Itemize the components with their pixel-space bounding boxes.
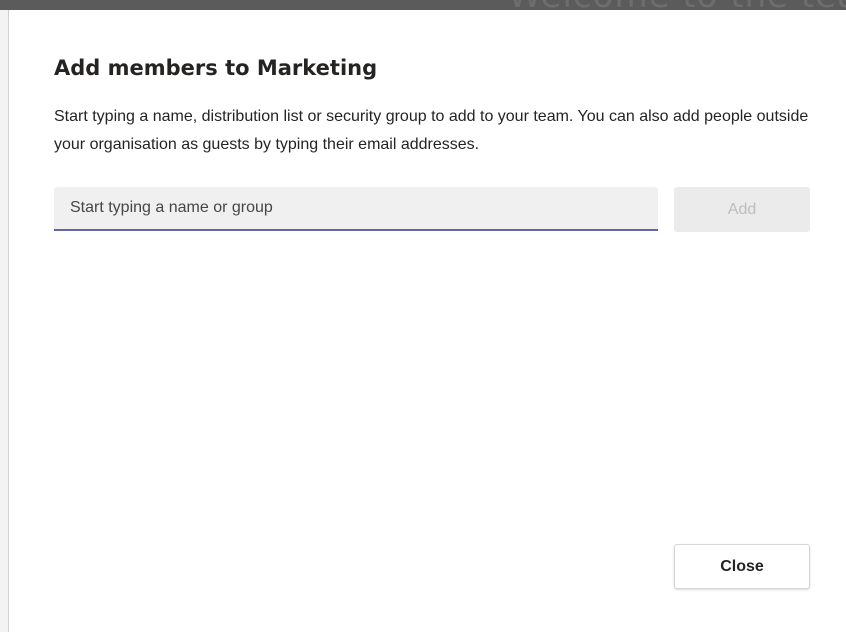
background-left-edge xyxy=(0,10,9,632)
screen: Welcome to the team Add members to Marke… xyxy=(0,0,846,632)
member-search-input[interactable] xyxy=(54,187,658,229)
add-members-dialog: Add members to Marketing Start typing a … xyxy=(9,10,846,632)
dialog-description: Start typing a name, distribution list o… xyxy=(54,108,809,153)
member-search-field xyxy=(54,187,658,231)
add-button[interactable]: Add xyxy=(674,187,810,232)
dialog-title: Add members to Marketing xyxy=(54,56,378,80)
close-button[interactable]: Close xyxy=(674,544,810,589)
